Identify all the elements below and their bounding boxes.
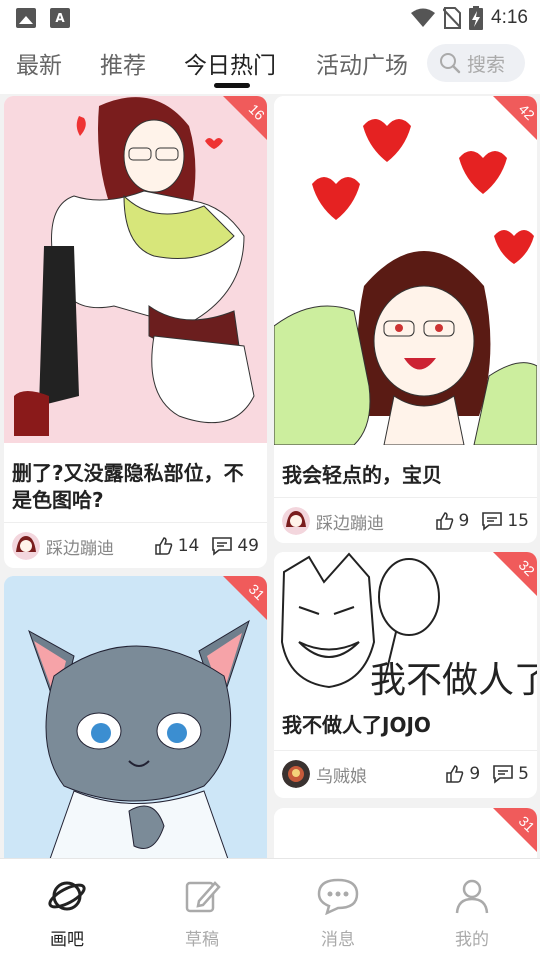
post-meta: 踩边蹦迪 14 49 — [4, 524, 267, 568]
thumbs-up-icon — [446, 765, 464, 783]
comment-count[interactable]: 49 — [211, 536, 259, 556]
author-name[interactable]: 乌贼娘 — [316, 762, 433, 787]
nav-item-huaba[interactable]: 画吧 — [27, 877, 107, 950]
like-count-value: 9 — [458, 511, 470, 531]
top-tab-bar: 最新 推荐 今日热门 活动广场 搜索 — [0, 36, 540, 94]
nav-item-messages[interactable]: 消息 — [298, 877, 378, 950]
thumbs-up-icon — [435, 512, 453, 530]
divider — [274, 750, 537, 751]
rank-badge: 16 — [223, 96, 267, 140]
post-title[interactable]: 删了?又没露隐私部位，不 是色图哈? — [12, 460, 262, 514]
search-placeholder: 搜索 — [467, 53, 506, 76]
wifi-icon — [411, 8, 436, 27]
bottom-nav: 画吧 草稿 消息 我的 — [0, 858, 540, 960]
nav-label: 消息 — [321, 930, 355, 950]
comment-count-value: 15 — [507, 511, 529, 531]
comment-icon — [482, 512, 503, 531]
search-button[interactable]: 搜索 — [427, 44, 525, 82]
avatar[interactable] — [282, 507, 310, 535]
post-title-line: 删了?又没露隐私部位，不 — [12, 461, 244, 485]
nav-label: 画吧 — [50, 930, 84, 950]
avatar[interactable] — [282, 760, 310, 788]
author-name[interactable]: 踩边蹦迪 — [46, 534, 142, 559]
font-a-icon: A — [50, 8, 70, 28]
post-card[interactable]: 42 我会轻点的，宝贝 踩边蹦迪 9 15 — [274, 96, 537, 543]
divider — [4, 522, 267, 523]
divider — [274, 497, 537, 498]
post-card[interactable]: 31 — [274, 808, 537, 858]
post-title[interactable]: 我不做人了JOJO — [282, 712, 532, 739]
comment-icon — [212, 537, 233, 556]
nav-item-drafts[interactable]: 草稿 — [162, 877, 242, 950]
active-tab-indicator — [214, 83, 250, 88]
chat-icon — [317, 878, 359, 916]
tab-today-hot[interactable]: 今日热门 — [184, 46, 276, 80]
image-icon — [16, 8, 36, 28]
post-title-line: 是色图哈? — [12, 488, 104, 512]
nav-item-me[interactable]: 我的 — [432, 877, 512, 950]
avatar[interactable] — [12, 532, 40, 560]
comment-count[interactable]: 15 — [481, 511, 529, 531]
tab-latest[interactable]: 最新 — [16, 46, 62, 80]
edit-icon — [185, 881, 221, 913]
like-count[interactable]: 9 — [435, 511, 470, 531]
post-card[interactable]: 31 — [4, 576, 267, 858]
post-artwork[interactable] — [4, 96, 267, 443]
thumbs-up-icon — [154, 537, 172, 555]
no-sim-icon — [443, 7, 462, 29]
like-count[interactable]: 14 — [154, 536, 200, 556]
comment-count-value: 49 — [237, 536, 259, 556]
nav-label: 我的 — [455, 930, 489, 950]
search-icon — [440, 53, 461, 74]
comment-count[interactable]: 5 — [492, 764, 529, 784]
post-meta: 乌贼娘 9 5 — [274, 752, 537, 796]
nav-label: 草稿 — [185, 930, 219, 950]
author-name[interactable]: 踩边蹦迪 — [316, 509, 423, 534]
post-artwork[interactable] — [274, 96, 537, 445]
person-icon — [455, 879, 489, 914]
comment-icon — [493, 765, 513, 784]
status-time: 4:16 — [491, 7, 528, 28]
like-count-value: 14 — [177, 536, 200, 556]
comment-count-value: 5 — [518, 764, 529, 784]
post-card[interactable]: 16 删了?又没露隐私部位，不 是色图哈? 踩边蹦迪 14 49 — [4, 96, 267, 568]
rank-badge: 32 — [493, 552, 537, 596]
post-feed[interactable]: 16 删了?又没露隐私部位，不 是色图哈? 踩边蹦迪 14 49 42 我会轻点… — [0, 94, 540, 858]
planet-icon — [48, 881, 86, 911]
tab-recommended[interactable]: 推荐 — [100, 46, 146, 80]
like-count[interactable]: 9 — [445, 764, 480, 784]
artwork-caption: 我不做人了 — [370, 660, 537, 701]
like-count-value: 9 — [469, 764, 481, 784]
post-title[interactable]: 我会轻点的，宝贝 — [282, 462, 532, 489]
tab-activity-square[interactable]: 活动广场 — [316, 46, 408, 80]
post-meta: 踩边蹦迪 9 15 — [274, 499, 537, 543]
post-card[interactable]: 我不做人了 32 我不做人了JOJO 乌贼娘 9 5 — [274, 552, 537, 798]
rank-badge: 31 — [493, 808, 537, 852]
status-bar: A 4:16 — [0, 0, 540, 36]
rank-badge: 31 — [223, 576, 267, 620]
rank-badge: 42 — [493, 96, 537, 140]
battery-charging-icon — [469, 6, 484, 30]
